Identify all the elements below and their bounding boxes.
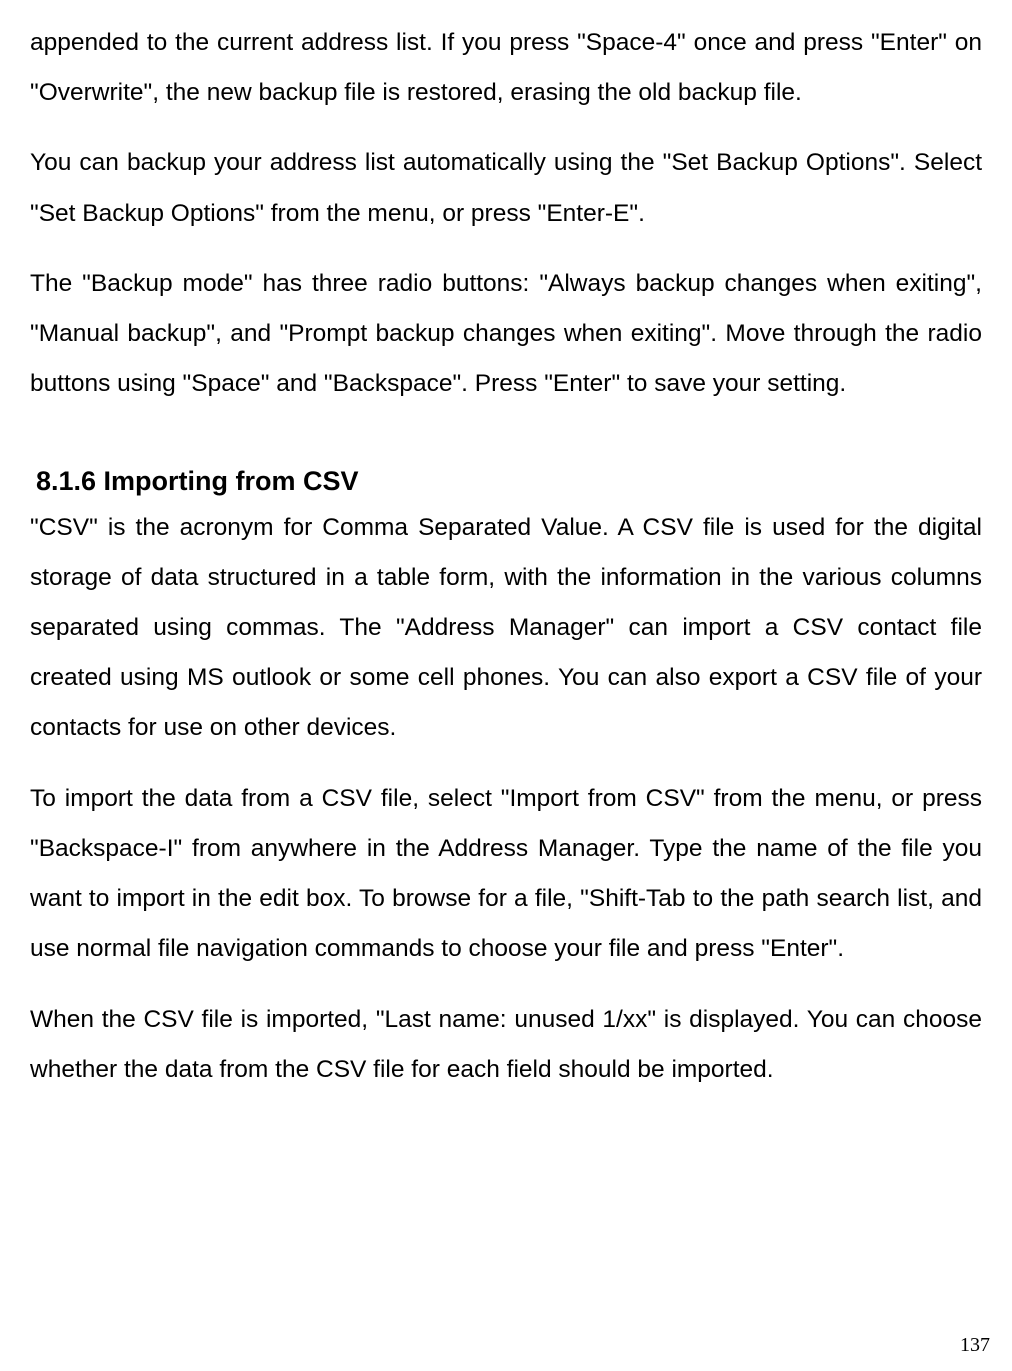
body-paragraph: "CSV" is the acronym for Comma Separated… (30, 503, 982, 754)
body-paragraph: appended to the current address list. If… (30, 18, 982, 118)
body-paragraph: The "Backup mode" has three radio button… (30, 259, 982, 410)
section-heading: 8.1.6 Importing from CSV (36, 466, 982, 497)
body-paragraph: When the CSV file is imported, "Last nam… (30, 995, 982, 1095)
page-number: 137 (960, 1334, 990, 1357)
body-paragraph: To import the data from a CSV file, sele… (30, 774, 982, 975)
body-paragraph: You can backup your address list automat… (30, 138, 982, 238)
document-page: appended to the current address list. If… (0, 0, 1012, 1371)
